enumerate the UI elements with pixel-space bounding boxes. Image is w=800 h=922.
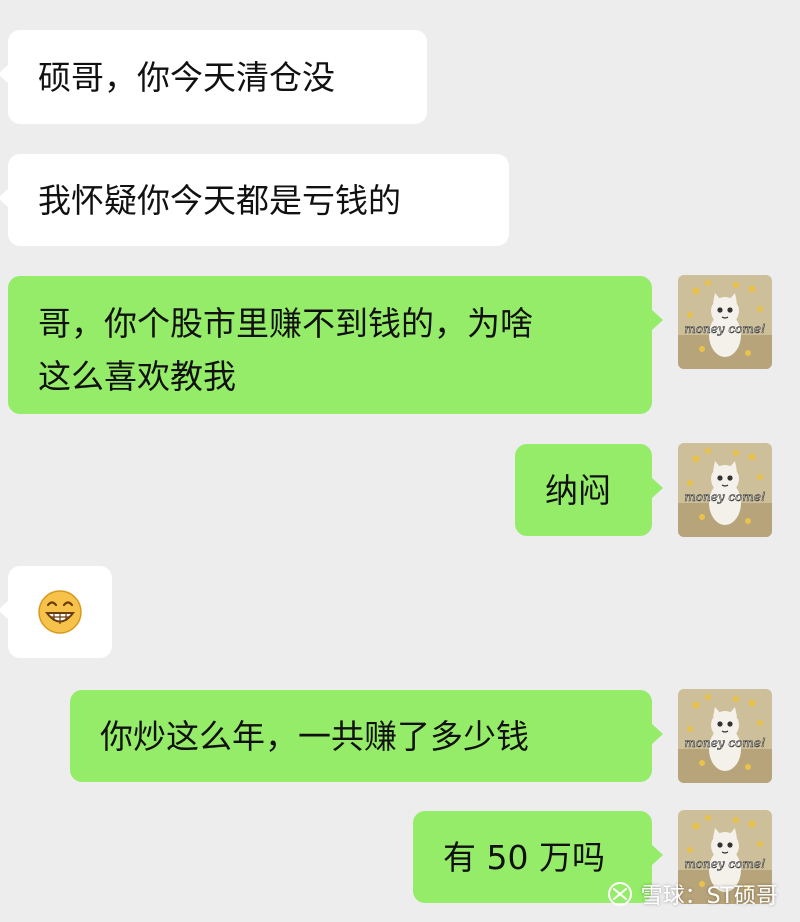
- sender-avatar[interactable]: money come!: [678, 275, 772, 369]
- message-text: 我怀疑你今天都是亏钱的: [38, 180, 401, 220]
- avatar-caption: money come!: [684, 322, 765, 336]
- incoming-message-bubble[interactable]: 硕哥，你今天清仓没: [0, 30, 427, 124]
- outgoing-message-bubble[interactable]: 你炒这么年，一共赚了多少钱: [70, 690, 663, 782]
- bubble-tail: [652, 478, 663, 498]
- cat-avatar-icon: money come!: [678, 443, 772, 537]
- sender-avatar[interactable]: money come!: [678, 443, 772, 537]
- bubble-tail: [652, 845, 663, 865]
- bubble-tail: [0, 188, 9, 208]
- avatar-caption: money come!: [684, 736, 765, 750]
- message-text-line: 这么喜欢教我: [38, 357, 236, 396]
- bubble-tail: [652, 724, 663, 744]
- watermark-text: 雪球：ST硕哥: [640, 884, 778, 909]
- incoming-message-bubble[interactable]: 我怀疑你今天都是亏钱的: [0, 154, 509, 246]
- cat-avatar-icon: money come!: [678, 689, 772, 783]
- bubble-tail: [652, 310, 663, 330]
- bubble-tail: [0, 64, 9, 84]
- message-text-block: 哥，你个股市里赚不到钱的，为啥 这么喜欢教我: [38, 297, 533, 403]
- cat-avatar-icon: money come!: [678, 275, 772, 369]
- avatar-caption: money come!: [684, 857, 765, 871]
- grinning-face-icon: [38, 590, 82, 634]
- xueqiu-logo-icon: [607, 882, 632, 906]
- avatar-caption: money come!: [684, 490, 765, 504]
- message-text: 有 50 万吗: [443, 837, 605, 877]
- outgoing-message-bubble[interactable]: 纳闷: [515, 444, 663, 536]
- message-text: 你炒这么年，一共赚了多少钱: [100, 716, 529, 756]
- outgoing-message-bubble[interactable]: 哥，你个股市里赚不到钱的，为啥 这么喜欢教我: [8, 276, 663, 414]
- sender-avatar[interactable]: money come!: [678, 689, 772, 783]
- message-text: 硕哥，你今天清仓没: [38, 57, 335, 97]
- watermark: 雪球：ST硕哥: [607, 878, 778, 910]
- incoming-emoji-bubble[interactable]: [0, 566, 112, 658]
- bubble-tail: [0, 600, 9, 620]
- message-text: 纳闷: [545, 470, 611, 510]
- message-text-line: 哥，你个股市里赚不到钱的，为啥: [38, 304, 533, 343]
- chat-window: 硕哥，你今天清仓没 我怀疑你今天都是亏钱的 哥，你个股市里赚不到钱的，为啥 这么…: [0, 0, 800, 922]
